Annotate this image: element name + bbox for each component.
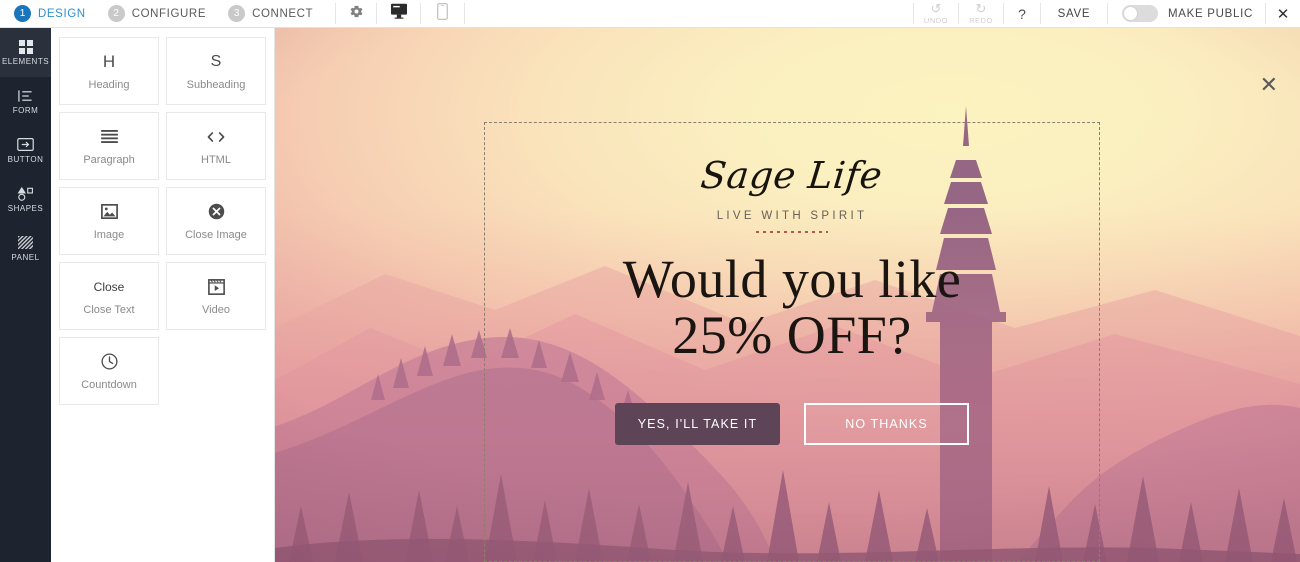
element-card-subheading[interactable]: S Subheading	[166, 37, 266, 105]
element-card-paragraph-label: Paragraph	[83, 153, 135, 166]
brand-tagline: LIVE WITH SPIRIT	[716, 210, 868, 222]
brand-logo-text: Sage Life	[699, 154, 885, 197]
make-public-control: MAKE PUBLIC	[1108, 0, 1265, 27]
settings-button[interactable]	[336, 0, 376, 27]
element-card-image[interactable]: Image	[59, 187, 159, 255]
popup-headline: Would you like 25% OFF?	[623, 251, 962, 363]
make-public-toggle[interactable]	[1121, 5, 1158, 22]
close-icon: ✕	[1259, 72, 1278, 97]
sidebar-item-elements-label: ELEMENTS	[1, 57, 50, 66]
redo-icon: ↻	[975, 1, 987, 16]
step-configure[interactable]: 2 CONFIGURE	[107, 5, 207, 22]
panel-icon	[18, 235, 33, 250]
redo-label: REDO	[969, 16, 993, 25]
element-card-close-text-label: Close Text	[83, 303, 135, 316]
sidebar-item-shapes[interactable]: SHAPES	[0, 175, 51, 224]
close-image-icon	[208, 202, 225, 222]
popup-builder-app: 1 DESIGN 2 CONFIGURE 3 CONNECT ↺ UNDO ↻ …	[0, 0, 1300, 562]
heading-icon: H	[102, 51, 116, 71]
step-connect[interactable]: 3 CONNECT	[228, 5, 313, 22]
step-nav: 1 DESIGN 2 CONFIGURE 3 CONNECT	[0, 0, 335, 27]
headline-line-2: 25% OFF?	[672, 305, 912, 366]
element-card-countdown-label: Countdown	[81, 378, 137, 391]
element-card-list: H Heading S Subheading Paragraph HTML Im…	[59, 37, 266, 405]
shapes-icon	[17, 186, 34, 201]
make-public-label: MAKE PUBLIC	[1167, 7, 1253, 20]
element-card-close-image-label: Close Image	[185, 228, 247, 241]
countdown-clock-icon	[100, 352, 118, 372]
undo-label: UNDO	[923, 16, 949, 25]
sidebar-item-elements[interactable]: ELEMENTS	[0, 28, 51, 77]
close-text-icon: Close	[93, 279, 125, 294]
design-canvas[interactable]: ✕ Sage Life LIVE WITH SPIRIT Would you l…	[275, 28, 1300, 562]
sidebar-item-button-label: BUTTON	[7, 155, 44, 164]
sidebar-item-panel[interactable]: PANEL	[0, 224, 51, 273]
mobile-preview-button[interactable]	[421, 0, 464, 27]
element-card-video[interactable]: Video	[166, 262, 266, 330]
element-card-subheading-label: Subheading	[186, 78, 246, 91]
close-icon: ✕	[1276, 5, 1290, 23]
element-card-image-label: Image	[93, 228, 125, 241]
undo-button[interactable]: ↺ UNDO	[914, 0, 958, 27]
toggle-knob	[1122, 6, 1138, 21]
left-rail: ELEMENTS FORM BUTTON SHAPES PANEL	[0, 28, 51, 562]
element-card-close-text[interactable]: Close Close Text	[59, 262, 159, 330]
element-card-paragraph[interactable]: Paragraph	[59, 112, 159, 180]
subheading-icon: S	[210, 52, 222, 70]
element-card-heading-label: Heading	[88, 78, 130, 91]
step-design[interactable]: 1 DESIGN	[14, 5, 86, 22]
step-configure-number: 2	[107, 5, 125, 22]
sidebar-item-panel-label: PANEL	[11, 253, 40, 262]
element-card-countdown[interactable]: Countdown	[59, 337, 159, 405]
help-button[interactable]: ?	[1004, 0, 1040, 27]
form-list-icon	[18, 88, 33, 103]
step-connect-number: 3	[228, 5, 246, 22]
popup-selection-outline[interactable]: Sage Life LIVE WITH SPIRIT Would you lik…	[484, 122, 1100, 562]
close-editor-button[interactable]: ✕	[1266, 0, 1300, 27]
html-code-icon	[207, 127, 225, 147]
headline-line-1: Would you like	[622, 249, 962, 309]
question-mark-icon: ?	[1018, 5, 1026, 22]
element-card-heading[interactable]: H Heading	[59, 37, 159, 105]
sidebar-item-button[interactable]: BUTTON	[0, 126, 51, 175]
image-icon	[100, 202, 118, 222]
sidebar-item-form[interactable]: FORM	[0, 77, 51, 126]
desktop-preview-button[interactable]	[377, 0, 420, 27]
button-icon	[17, 137, 34, 152]
popup-close-button[interactable]: ✕	[1260, 74, 1278, 96]
decline-offer-button[interactable]: NO THANKS	[804, 403, 969, 446]
mobile-icon	[437, 2, 449, 25]
element-card-video-label: Video	[202, 303, 230, 316]
elements-panel: H Heading S Subheading Paragraph HTML Im…	[51, 28, 275, 562]
accept-offer-button[interactable]: YES, I'LL TAKE IT	[615, 403, 780, 446]
sidebar-item-form-label: FORM	[12, 106, 39, 115]
desktop-icon	[390, 3, 408, 24]
video-icon	[207, 277, 225, 297]
popup-content: Sage Life LIVE WITH SPIRIT Would you lik…	[485, 123, 1099, 446]
element-card-html-label: HTML	[201, 153, 231, 166]
popup-cta-group: YES, I'LL TAKE IT NO THANKS	[615, 403, 969, 446]
redo-button[interactable]: ↻ REDO	[959, 0, 1003, 27]
dotted-divider	[756, 231, 828, 233]
element-card-close-image[interactable]: Close Image	[166, 187, 266, 255]
step-design-number: 1	[14, 5, 31, 22]
grid-icon	[18, 39, 33, 54]
element-card-html[interactable]: HTML	[166, 112, 266, 180]
step-design-label: DESIGN	[38, 7, 86, 20]
step-connect-label: CONNECT	[252, 7, 314, 20]
gear-icon	[349, 4, 364, 24]
paragraph-icon	[100, 127, 118, 147]
sidebar-item-shapes-label: SHAPES	[7, 204, 44, 213]
step-configure-label: CONFIGURE	[131, 7, 207, 20]
save-button[interactable]: SAVE	[1041, 0, 1107, 27]
top-toolbar: 1 DESIGN 2 CONFIGURE 3 CONNECT ↺ UNDO ↻ …	[0, 0, 1300, 28]
undo-icon: ↺	[930, 1, 942, 16]
